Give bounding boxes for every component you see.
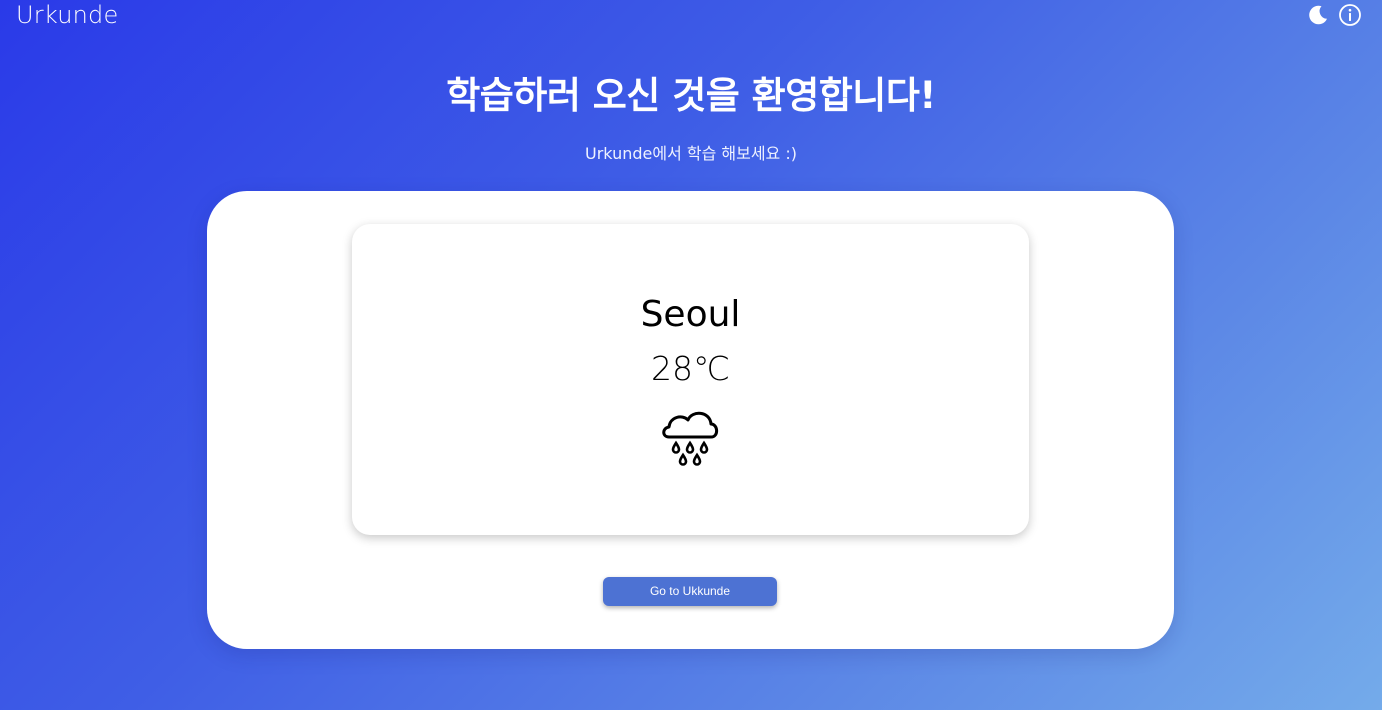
brand-logo[interactable]: Urkunde [16, 0, 118, 30]
rain-cloud-icon [662, 411, 719, 466]
welcome-title: 학습하러 오신 것을 환영합니다! [446, 74, 936, 117]
main-panel: Seoul 28℃ Go to Ukkunde [207, 191, 1174, 649]
info-icon[interactable] [1338, 3, 1362, 27]
header-actions [1306, 3, 1362, 27]
city-name: Seoul [640, 294, 741, 335]
welcome-subtitle: Urkunde에서 학습 해보세요 :) [585, 144, 797, 163]
weather-card: Seoul 28℃ [352, 224, 1029, 535]
go-to-ukkunde-button[interactable]: Go to Ukkunde [603, 577, 777, 606]
moon-icon[interactable] [1306, 3, 1330, 27]
temperature: 28℃ [650, 349, 731, 388]
